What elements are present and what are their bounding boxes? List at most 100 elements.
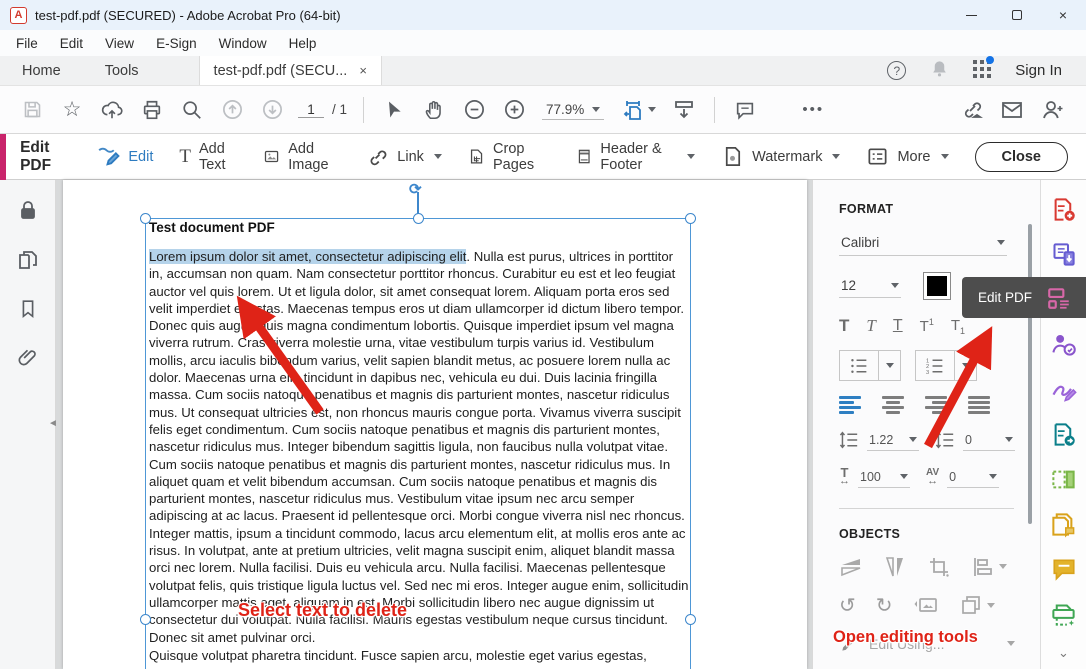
sign-in-button[interactable]: Sign In [1015,62,1062,79]
select-cursor-icon[interactable] [374,92,414,128]
panel-scrollbar[interactable] [1028,224,1032,524]
selected-text-highlight[interactable]: Lorem ipsum dolor sit amet, consectetur … [149,249,466,264]
menu-window[interactable]: Window [219,36,267,51]
menu-help[interactable]: Help [289,36,317,51]
crop-pages-button[interactable]: Crop Pages [468,141,550,173]
pdf-page[interactable]: ⟳ Test document PDF Lorem ipsum dolor si… [63,180,807,669]
page-thumbnails-icon[interactable] [16,248,40,272]
selection-handle-top-center[interactable] [413,213,424,224]
comment-icon[interactable] [725,92,765,128]
tab-document[interactable]: test-pdf.pdf (SECU... × [199,56,382,85]
align-justify-button[interactable] [968,396,990,414]
comment-tool-icon[interactable] [1041,555,1086,583]
flip-vertical-icon[interactable] [839,555,863,579]
more-tools-icon[interactable]: ••• [793,92,833,128]
paragraph-spacing-select[interactable]: 0 [963,430,1015,451]
bullet-list-button[interactable] [840,351,878,380]
bullet-list-dropdown[interactable] [878,351,900,380]
reading-mode-icon[interactable] [664,92,704,128]
selection-handle-top-left[interactable] [140,213,151,224]
numbered-list-button[interactable]: 123 [916,351,954,380]
rotate-handle-icon[interactable]: ⟳ [409,180,426,195]
maximize-button[interactable] [994,0,1040,30]
align-center-button[interactable] [882,396,904,414]
align-objects-icon[interactable] [971,555,1007,579]
menu-esign[interactable]: E-Sign [156,36,197,51]
arrange-objects-icon[interactable] [959,593,995,617]
apps-grid-icon[interactable] [973,60,991,82]
minimize-button[interactable] [948,0,994,30]
subscript-button[interactable]: T1 [951,317,965,336]
italic-button[interactable]: T [866,316,875,336]
selection-handle-top-right[interactable] [685,213,696,224]
add-image-icon [263,145,280,168]
link-button[interactable]: Link [366,145,442,168]
align-left-button[interactable] [839,396,861,414]
create-pdf-icon[interactable] [1041,196,1086,224]
bookmarks-icon[interactable] [17,298,39,320]
security-lock-icon[interactable] [16,198,40,222]
menu-file[interactable]: File [16,36,38,51]
combine-files-icon[interactable] [1041,510,1086,538]
selection-handle-middle-right[interactable] [685,614,696,625]
horizontal-scale-select[interactable]: 100 [858,467,910,488]
bullet-list-group [839,350,901,381]
zoom-in-icon[interactable] [494,92,534,128]
superscript-button[interactable]: T1 [920,317,934,335]
edit-pdf-icon[interactable] [1046,285,1072,311]
character-spacing-icon: AV↔ [926,468,939,486]
send-email-icon[interactable] [992,92,1032,128]
font-size-select[interactable]: 12 [839,274,901,298]
fill-and-sign-icon[interactable] [1041,376,1086,404]
flip-horizontal-icon[interactable] [883,555,907,579]
more-tools-chevron-icon[interactable]: ⌄ [1058,645,1069,661]
menu-edit[interactable]: Edit [60,36,83,51]
add-text-button[interactable]: T Add Text [179,141,237,173]
header-footer-button[interactable]: Header & Footer [576,141,695,173]
fit-width-icon[interactable] [612,92,664,128]
scan-ocr-icon[interactable] [1041,600,1086,628]
align-right-button[interactable] [925,396,947,414]
notifications-bell-icon[interactable] [930,59,949,82]
watermark-button[interactable]: Watermark [721,145,840,168]
selection-handle-middle-left[interactable] [140,614,151,625]
font-family-select[interactable]: Calibri [839,230,1007,256]
share-with-person-icon[interactable] [1032,92,1072,128]
attachments-paperclip-icon[interactable] [16,346,39,369]
send-for-review-icon[interactable] [1041,421,1086,449]
menu-view[interactable]: View [105,36,134,51]
tab-close-icon[interactable]: × [359,63,367,78]
crop-object-icon[interactable] [927,555,951,579]
organize-pages-icon[interactable] [1041,465,1086,493]
share-upload-icon[interactable] [92,92,132,128]
replace-image-icon[interactable] [913,593,939,617]
document-text[interactable]: Test document PDF Lorem ipsum dolor sit … [149,220,689,664]
zoom-out-icon[interactable] [454,92,494,128]
close-edit-pdf-button[interactable]: Close [975,142,1069,172]
request-signatures-icon[interactable] [1041,331,1086,359]
add-image-button[interactable]: Add Image [263,141,340,173]
tab-home[interactable]: Home [0,56,83,85]
page-number-input[interactable] [298,102,324,118]
rotate-clockwise-icon[interactable]: ↻ [876,593,893,618]
edit-tool-button[interactable]: Edit [95,144,153,169]
document-viewport[interactable]: ⟳ Test document PDF Lorem ipsum dolor si… [56,180,812,669]
numbered-list-dropdown[interactable] [954,351,976,380]
bold-button[interactable]: T [839,316,849,336]
help-icon[interactable]: ? [887,61,906,80]
fill-sign-link-icon[interactable] [952,92,992,128]
hand-pan-icon[interactable] [414,92,454,128]
tab-tools[interactable]: Tools [83,56,161,85]
font-color-swatch[interactable] [923,272,951,300]
search-icon[interactable] [172,92,212,128]
underline-button[interactable]: T [893,317,903,335]
zoom-level-select[interactable]: 77.9% [542,100,604,120]
close-window-button[interactable]: × [1040,0,1086,30]
character-spacing-select[interactable]: 0 [947,467,999,488]
export-pdf-icon[interactable] [1041,241,1086,269]
more-button[interactable]: More [866,145,948,168]
rotate-counterclockwise-icon[interactable]: ↺ [839,593,856,618]
line-spacing-select[interactable]: 1.22 [867,430,919,451]
star-favorite-icon[interactable]: ☆ [52,92,92,128]
print-icon[interactable] [132,92,172,128]
